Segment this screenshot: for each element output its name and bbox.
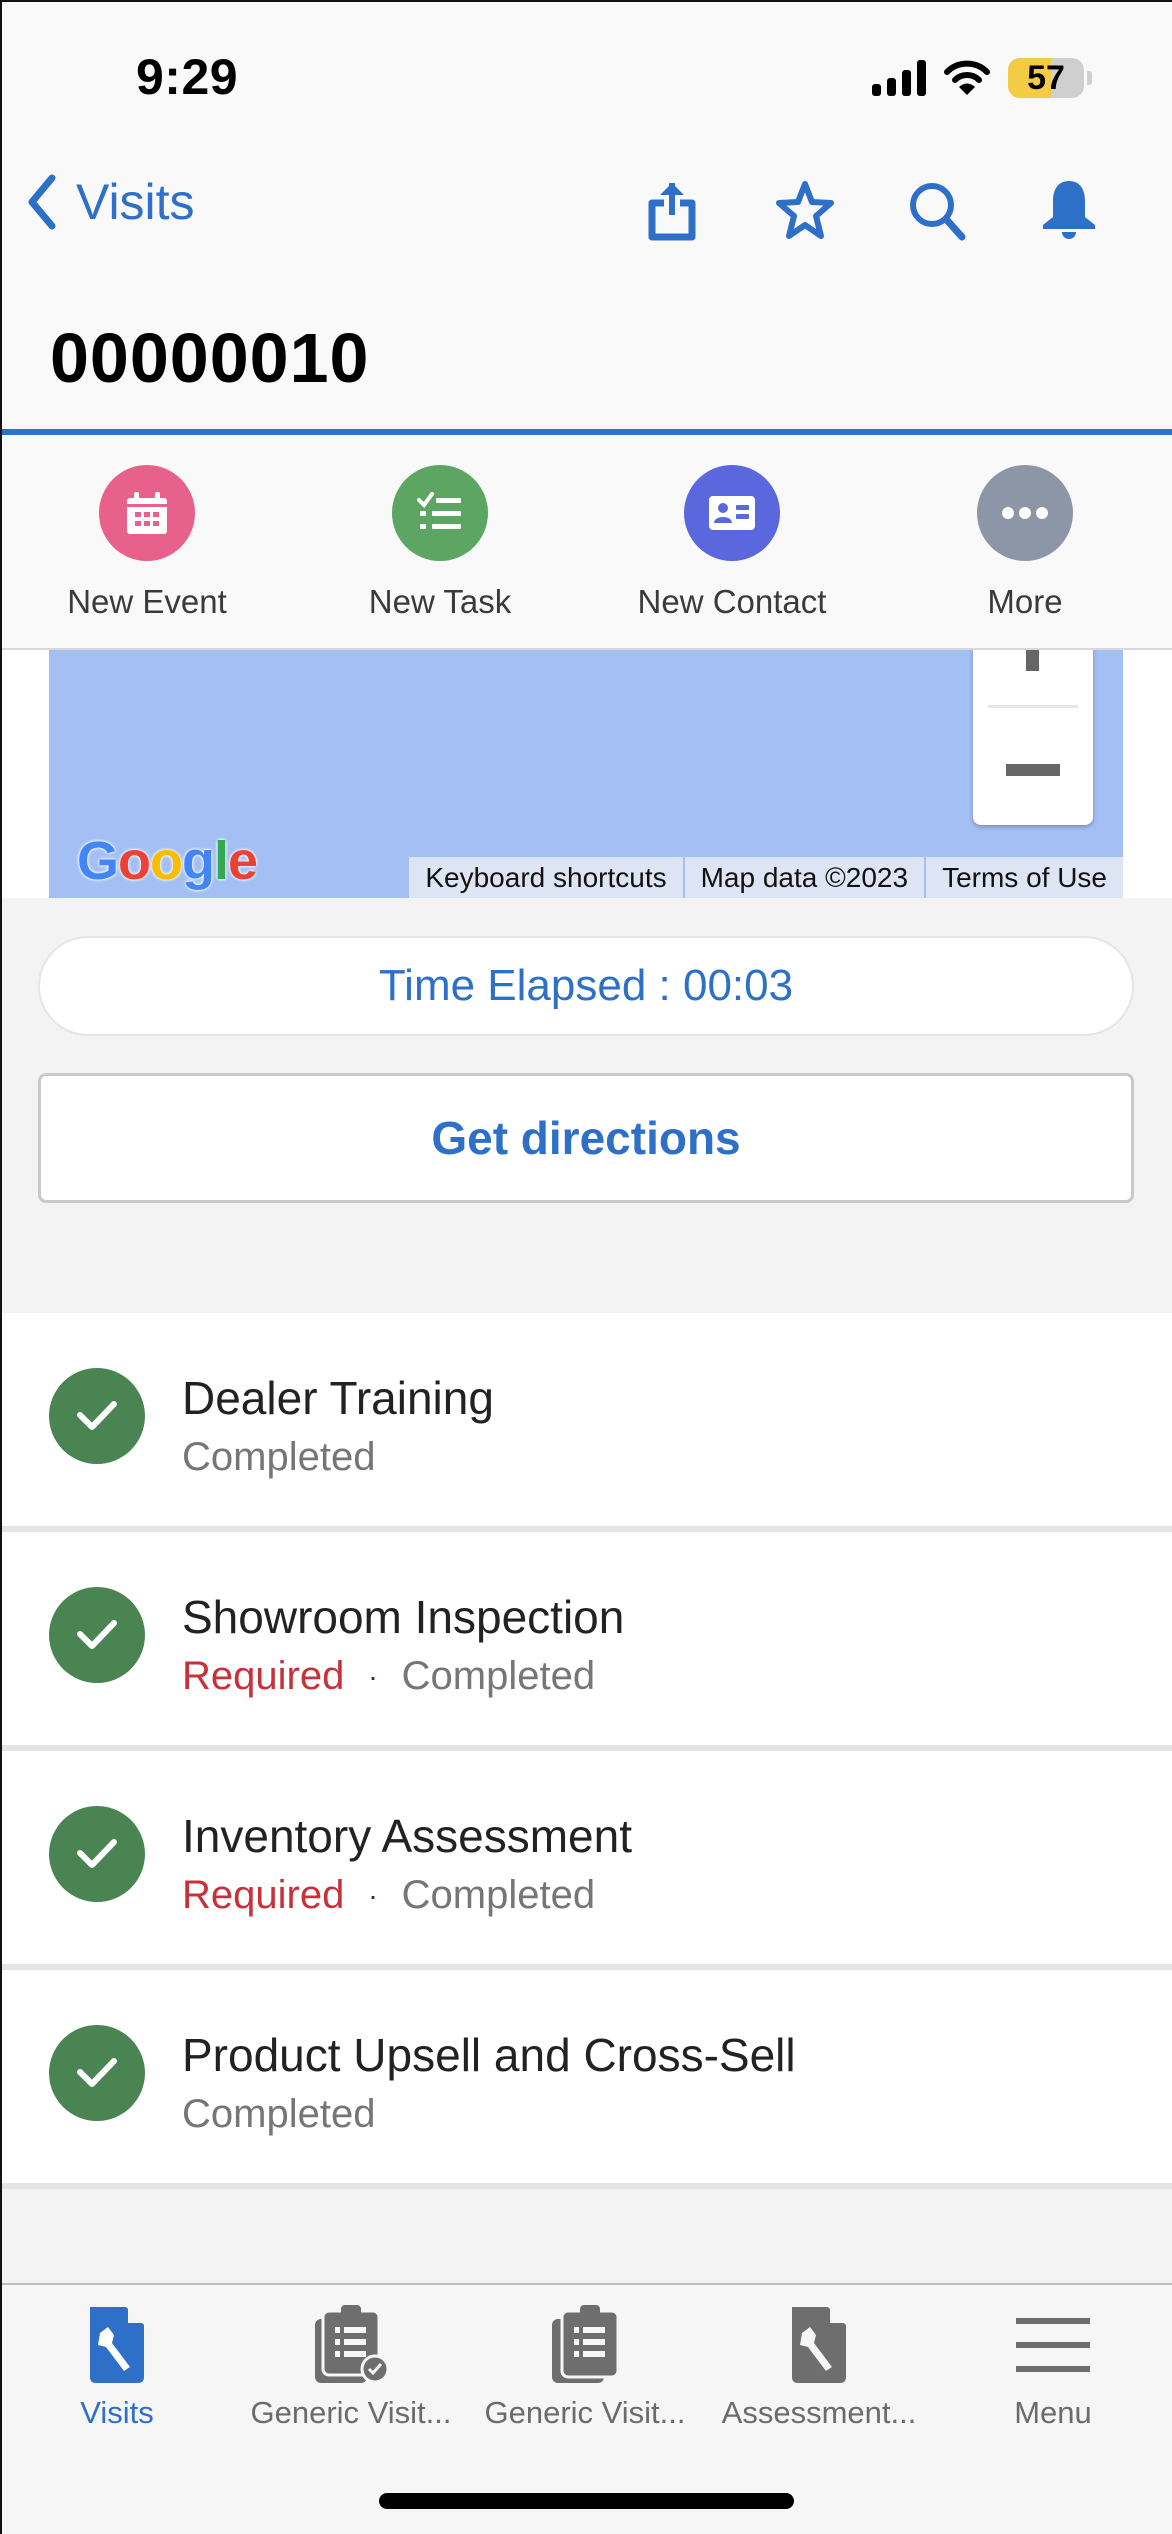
tab-visits[interactable]: Visits [0,2305,234,2431]
wrench-doc-icon [779,2305,859,2385]
action-label: New Task [368,583,512,620]
share-button[interactable] [640,178,704,242]
map-zoom-control [973,650,1093,825]
completed-check-icon [49,2025,145,2121]
completed-check-icon [49,1368,145,1464]
action-label: More [987,583,1063,620]
calendar-icon [127,492,167,534]
task-item[interactable]: Inventory Assessment Required · Complete… [0,1751,1172,1970]
tab-generic-visit-1[interactable]: Generic Visit... [234,2305,468,2431]
terms-of-use-link[interactable]: Terms of Use [924,857,1123,898]
action-icon-bg [977,465,1073,561]
wifi-icon [944,60,990,95]
get-directions-label: Get directions [431,1112,741,1164]
tab-generic-visit-2[interactable]: Generic Visit... [468,2305,702,2431]
notifications-button[interactable] [1037,178,1101,242]
map-attribution: Keyboard shortcuts Map data ©2023 Terms … [409,857,1123,898]
map-data-link[interactable]: Map data ©2023 [682,857,925,898]
tab-label: Generic Visit... [250,2395,452,2430]
task-title: Showroom Inspection [182,1591,625,1643]
action-icon-bg [684,465,780,561]
time-elapsed-badge: Time Elapsed : 00:03 [38,936,1134,1036]
task-status-line: Completed [182,1435,375,1480]
separator-dot: · [368,1879,378,1911]
star-icon [776,181,834,239]
google-logo: Google [77,831,258,891]
task-status-line: Completed [182,2092,375,2137]
bell-icon [1043,181,1095,239]
keyboard-shortcuts-link[interactable]: Keyboard shortcuts [409,857,683,898]
action-icon-bg [392,465,488,561]
clipboard-list-icon [545,2305,625,2385]
tab-label: Menu [1014,2395,1092,2430]
more-dots-icon [1002,507,1048,519]
separator-dot: · [368,1660,378,1692]
new-contact-button[interactable]: New Contact [612,465,852,621]
task-status: Completed [182,2092,376,2136]
clipboard-check-icon [311,2305,391,2385]
app-header: 9:29 57 Visits 00000010 [0,0,1172,435]
task-status-line: Required · Completed [182,1654,595,1699]
completed-check-icon [49,1587,145,1683]
status-time: 9:29 [136,49,239,105]
task-status: Completed [401,1873,596,1917]
task-item[interactable]: Product Upsell and Cross-Sell Completed [0,1970,1172,2189]
task-item[interactable]: Showroom Inspection Required · Completed [0,1532,1172,1751]
contact-card-icon [709,496,755,530]
favorite-button[interactable] [773,178,837,242]
task-title: Dealer Training [182,1372,494,1424]
more-actions-button[interactable]: More [905,465,1145,621]
battery-percent: 57 [1027,58,1065,97]
header-actions [0,178,1172,242]
tab-label: Visits [80,2395,154,2430]
zoom-out-button[interactable] [973,712,1093,822]
action-label: New Event [67,583,227,620]
battery-nub [1087,71,1092,85]
task-item[interactable]: Dealer Training Completed [0,1313,1172,1532]
quick-action-bar: New Event New Task New Contact More [0,435,1172,650]
search-button[interactable] [905,178,969,242]
task-status: Completed [182,1435,376,1479]
new-event-button[interactable]: New Event [27,465,267,621]
share-icon [648,183,696,241]
tab-assessment[interactable]: Assessment... [702,2305,936,2431]
map-container: Google Keyboard shortcuts Map data ©2023… [0,650,1172,898]
tab-label: Generic Visit... [484,2395,686,2430]
battery-indicator: 57 [1008,58,1084,98]
completed-check-icon [49,1806,145,1902]
task-status-line: Required · Completed [182,1873,595,1918]
hamburger-menu-icon [1013,2305,1093,2385]
tab-menu[interactable]: Menu [936,2305,1170,2431]
tab-label: Assessment... [721,2395,917,2430]
zoom-divider [988,705,1078,708]
record-title: 00000010 [50,319,370,397]
minus-icon [1006,764,1060,776]
screen-frame-edge-top [0,0,1172,2]
time-elapsed-text: Time Elapsed : 00:03 [378,961,794,1010]
action-icon-bg [99,465,195,561]
zoom-in-button[interactable] [1026,650,1039,671]
action-label: New Contact [637,583,827,620]
search-icon [910,183,966,241]
wrench-doc-icon [77,2305,157,2385]
map-view[interactable]: Google Keyboard shortcuts Map data ©2023… [49,650,1123,898]
status-icons: 57 [872,58,1092,98]
task-list-icon [417,492,461,529]
get-directions-button[interactable]: Get directions [38,1073,1134,1203]
task-status: Completed [401,1654,596,1698]
task-title: Product Upsell and Cross-Sell [182,2029,796,2081]
home-indicator[interactable] [379,2493,794,2509]
new-task-button[interactable]: New Task [320,465,560,621]
task-required-badge: Required [182,1654,345,1698]
task-required-badge: Required [182,1873,345,1917]
visit-task-list: Dealer Training Completed Showroom Inspe… [0,1313,1172,2189]
screen-frame-edge [0,0,2,2534]
cellular-signal-icon [872,60,926,96]
task-title: Inventory Assessment [182,1810,632,1862]
